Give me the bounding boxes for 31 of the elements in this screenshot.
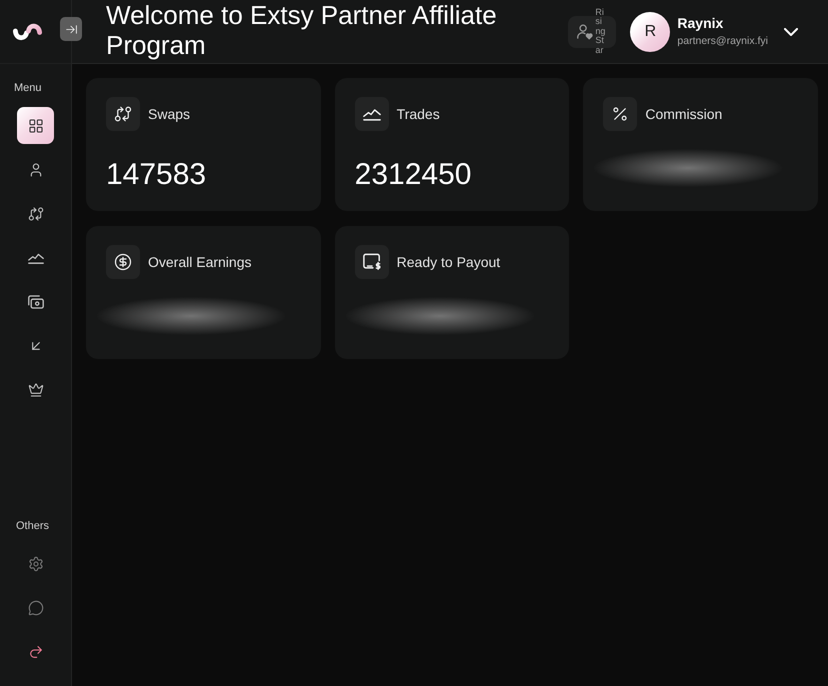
swap-arrows-icon [114,105,132,123]
swap-arrows-icon [28,206,44,222]
nav-button[interactable] [17,107,54,144]
account-menu-button[interactable] [784,28,798,36]
percent-icon [611,105,630,123]
card-label: Swaps [148,106,190,122]
page-title: Welcome to Extsy Partner Affiliate Program [106,0,498,60]
dollar-circle-icon [114,253,132,271]
card-value: 147583 [106,158,208,192]
settings-icon [28,556,44,572]
user-email: partners@raynix.fyi [677,35,768,48]
user-name: Raynix [677,15,724,31]
grid-icon [28,118,44,134]
curved-arrow-icon [28,644,44,660]
card-label: Commission [645,106,722,122]
crown-icon [28,382,44,398]
collapse-button[interactable] [60,17,82,41]
section-label: Others [16,519,50,533]
chevron-down-icon [784,28,798,36]
arrow-to-line-icon [64,22,78,36]
card-value: 2312450 [354,158,472,192]
user-heart-icon [577,24,594,40]
cash-icon [28,294,44,310]
section-label: Menu [14,81,42,95]
user-avatar: R [630,12,670,52]
monitor-dollar-icon [362,253,381,271]
card-label: Overall Earnings [148,254,252,270]
card-label: Trades [396,106,440,122]
card-label: Ready to Payout [396,254,500,270]
badge-label: Rising Star [595,8,606,56]
chat-bubble-icon [28,600,44,616]
